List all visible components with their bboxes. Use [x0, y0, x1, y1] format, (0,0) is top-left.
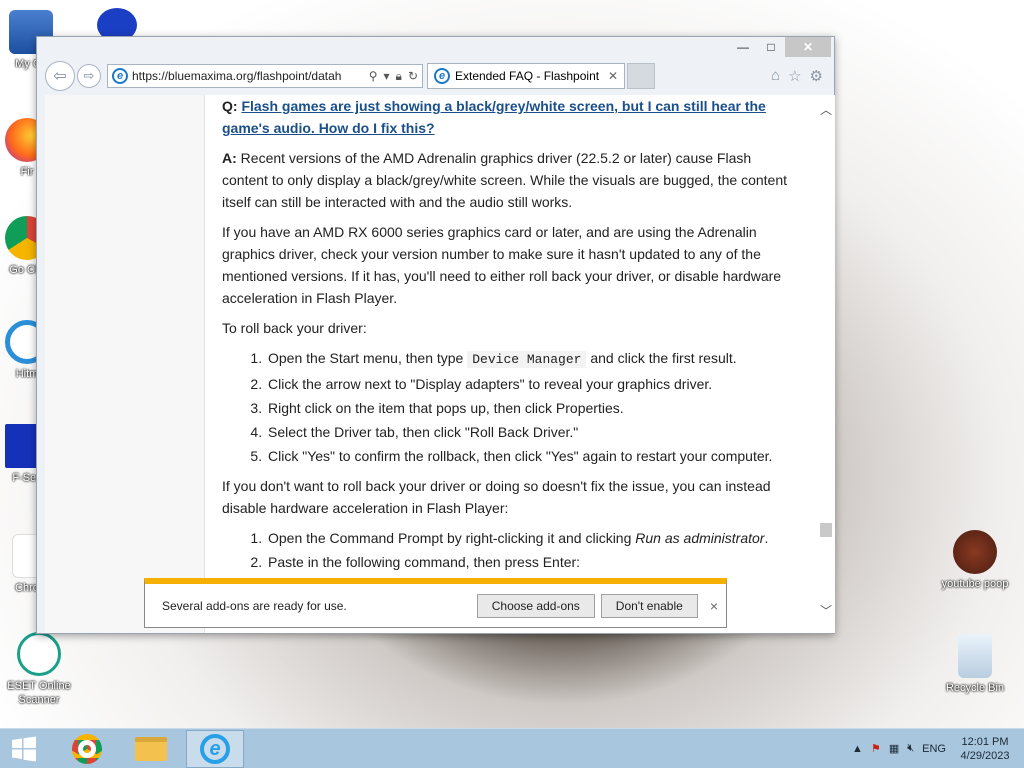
- clock-time: 12:01 PM: [961, 735, 1009, 748]
- taskbar-chrome[interactable]: [58, 730, 116, 768]
- internet-explorer-icon: e: [200, 733, 230, 764]
- recycle-bin-icon: [958, 634, 992, 678]
- gear-icon[interactable]: ⚙: [810, 67, 823, 85]
- clock[interactable]: 12:01 PM 4/29/2023: [954, 735, 1016, 763]
- minimize-button[interactable]: —: [729, 37, 757, 57]
- address-bar[interactable]: e https://bluemaxima.org/flashpoint/data…: [107, 64, 423, 88]
- lock-icon[interactable]: 🔒︎: [396, 69, 402, 84]
- desktop-icon-recycle-bin[interactable]: Recycle Bin: [940, 634, 1010, 695]
- address-text[interactable]: https://bluemaxima.org/flashpoint/datah: [128, 69, 369, 83]
- start-button[interactable]: [0, 729, 48, 768]
- list-item: Click "Yes" to confirm the rollback, the…: [266, 445, 794, 467]
- list-item: Click the arrow next to "Display adapter…: [266, 373, 794, 395]
- list-item: Open the Command Prompt by right-clickin…: [266, 527, 794, 549]
- tab-extended-faq[interactable]: e Extended FAQ - Flashpoint ... ✕: [427, 63, 625, 89]
- folder-icon: [135, 736, 167, 761]
- question-label: Q:: [222, 98, 238, 114]
- refresh-icon[interactable]: ↻: [408, 69, 418, 84]
- browser-window: — □ ✕ ⇦ ⇨ e https://bluemaxima.org/flash…: [36, 36, 835, 634]
- device-manager-code: Device Manager: [467, 351, 587, 368]
- desktop-icon-eset[interactable]: ESET Online Scanner: [4, 632, 74, 707]
- close-button[interactable]: ✕: [785, 37, 831, 57]
- back-arrow-icon: ⇦: [53, 68, 67, 85]
- taskbar: e ▲ ⚑ ▦ 🔇︎ ENG 12:01 PM 4/29/2023: [0, 728, 1024, 768]
- page-content: Q: Flash games are just showing a black/…: [45, 95, 835, 633]
- ie-tab-icon: e: [434, 68, 450, 84]
- paragraph-disable-accel: If you don't want to roll back your driv…: [222, 478, 771, 516]
- forward-button[interactable]: ⇨: [77, 64, 101, 88]
- eset-icon: [17, 632, 61, 676]
- taskbar-internet-explorer[interactable]: e: [186, 729, 244, 768]
- paragraph-rx6000: If you have an AMD RX 6000 series graphi…: [222, 224, 782, 306]
- new-tab-button[interactable]: [627, 63, 655, 89]
- faq-answer: A: Recent versions of the AMD Adrenalin …: [222, 147, 794, 213]
- window-controls: — □ ✕: [729, 37, 831, 57]
- choose-addons-button[interactable]: Choose add-ons: [476, 593, 595, 618]
- list-item: Open the Start menu, then type Device Ma…: [266, 347, 794, 371]
- forward-arrow-icon: ⇨: [83, 68, 95, 83]
- favorites-star-icon[interactable]: ☆: [788, 67, 801, 85]
- desktop-icon-youtube-poop[interactable]: youtube poop: [940, 530, 1010, 591]
- tab-title: Extended FAQ - Flashpoint ...: [455, 69, 603, 83]
- scroll-up-icon[interactable]: ︿: [819, 101, 833, 118]
- chrome-icon: [72, 733, 102, 764]
- answer-label: A:: [222, 150, 237, 166]
- scroll-thumb[interactable]: [820, 523, 832, 537]
- action-center-flag-icon[interactable]: ⚑: [871, 742, 881, 755]
- vertical-scrollbar[interactable]: ︿ ﹀: [817, 95, 835, 633]
- home-icon[interactable]: ⌂: [771, 67, 780, 85]
- close-notification-icon[interactable]: ×: [710, 598, 718, 614]
- faq-question: Q: Flash games are just showing a black/…: [222, 95, 794, 139]
- addons-notification-bar: Several add-ons are ready for use. Choos…: [144, 578, 727, 628]
- sidebar-area: [45, 95, 205, 633]
- network-icon[interactable]: ▦: [889, 742, 899, 755]
- answer-text: Recent versions of the AMD Adrenalin gra…: [222, 150, 787, 210]
- faq-article: Q: Flash games are just showing a black/…: [222, 95, 794, 581]
- notification-message: Several add-ons are ready for use.: [162, 598, 347, 613]
- clock-date: 4/29/2023: [960, 749, 1010, 762]
- scroll-down-icon[interactable]: ﹀: [819, 602, 833, 619]
- question-link[interactable]: Flash games are just showing a black/gre…: [222, 98, 766, 136]
- windows-logo-icon: [12, 736, 36, 761]
- language-indicator[interactable]: ENG: [922, 743, 946, 755]
- accel-steps: Open the Command Prompt by right-clickin…: [266, 527, 794, 573]
- list-item: Paste in the following command, then pre…: [266, 551, 794, 573]
- navigation-bar: ⇦ ⇨ e https://bluemaxima.org/flashpoint/…: [45, 61, 829, 91]
- taskbar-file-explorer[interactable]: [122, 730, 180, 768]
- dropdown-icon[interactable]: ▾: [384, 69, 390, 84]
- show-hidden-icons[interactable]: ▲: [852, 743, 863, 755]
- close-tab-icon[interactable]: ✕: [608, 69, 618, 83]
- system-tray: ▲ ⚑ ▦ 🔇︎ ENG 12:01 PM 4/29/2023: [852, 735, 1024, 763]
- maximize-button[interactable]: □: [757, 37, 785, 57]
- volume-muted-icon[interactable]: 🔇︎: [907, 742, 914, 755]
- rollback-intro: To roll back your driver:: [222, 320, 367, 336]
- ie-page-icon: e: [112, 68, 128, 84]
- list-item: Right click on the item that pops up, th…: [266, 397, 794, 419]
- dont-enable-button[interactable]: Don't enable: [600, 593, 698, 618]
- rollback-steps: Open the Start menu, then type Device Ma…: [266, 347, 794, 467]
- youtube-icon: [953, 530, 997, 574]
- back-button[interactable]: ⇦: [45, 61, 75, 91]
- search-icon[interactable]: ⚲: [369, 69, 378, 84]
- list-item: Select the Driver tab, then click "Roll …: [266, 421, 794, 443]
